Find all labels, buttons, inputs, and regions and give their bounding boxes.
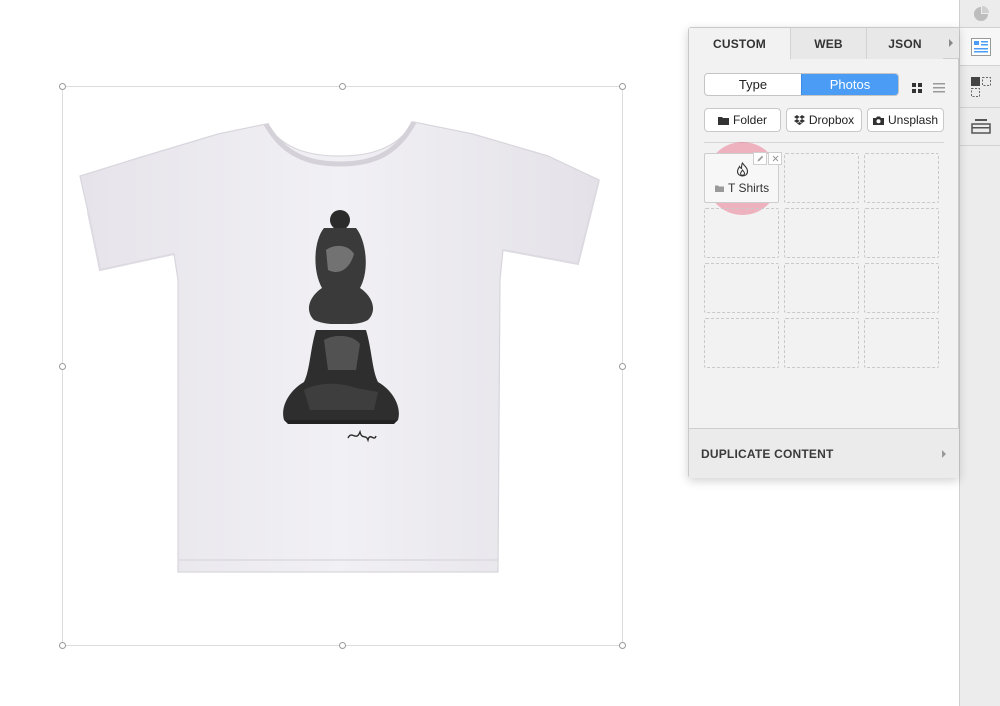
content-panel-button[interactable]	[960, 28, 1000, 66]
resize-handle-bottom-right[interactable]	[619, 642, 626, 649]
resize-handle-bottom-left[interactable]	[59, 642, 66, 649]
grid-view-button[interactable]	[912, 80, 922, 98]
empty-slot[interactable]	[864, 153, 939, 203]
type-photos-toggle: Type Photos	[704, 73, 899, 96]
stack-icon	[970, 118, 991, 134]
folder-icon	[717, 116, 729, 125]
content-item-t-shirts[interactable]: T Shirts	[704, 152, 782, 203]
folder-small-icon	[715, 185, 724, 192]
layout-panel-button[interactable]	[960, 66, 1000, 108]
tabs-more-button[interactable]	[943, 28, 959, 58]
camera-icon	[872, 116, 884, 125]
pie-logo-icon	[973, 5, 989, 21]
remove-item-button[interactable]	[768, 152, 782, 165]
unsplash-button-label: Unsplash	[887, 113, 939, 127]
edit-item-button[interactable]	[753, 152, 767, 165]
flame-icon	[736, 162, 749, 177]
chevron-right-icon	[942, 449, 946, 458]
stack-panel-button[interactable]	[960, 108, 1000, 146]
empty-slot[interactable]	[784, 318, 859, 368]
tab-json[interactable]: JSON	[867, 28, 943, 59]
content-item-name: T Shirts	[728, 181, 770, 195]
list-view-button[interactable]	[933, 80, 945, 98]
content-item-label: T Shirts	[715, 181, 769, 195]
folder-button-label: Folder	[732, 113, 767, 127]
dropbox-button[interactable]: Dropbox	[786, 108, 862, 132]
empty-slot[interactable]	[784, 208, 859, 258]
resize-handle-left[interactable]	[59, 363, 66, 370]
tshirt-image[interactable]	[78, 120, 602, 575]
empty-slot[interactable]	[784, 263, 859, 313]
pencil-icon	[757, 155, 763, 162]
duplicate-content-row[interactable]: DUPLICATE CONTENT	[689, 428, 959, 478]
photos-segment-button[interactable]: Photos	[801, 74, 898, 95]
layout-icon	[970, 76, 991, 97]
unsplash-button[interactable]: Unsplash	[867, 108, 944, 132]
resize-handle-bottom[interactable]	[339, 642, 346, 649]
grid-view-icon	[912, 83, 922, 93]
empty-slot[interactable]	[704, 318, 779, 368]
empty-slot[interactable]	[864, 318, 939, 368]
empty-slot[interactable]	[864, 263, 939, 313]
chevron-right-icon	[949, 39, 953, 47]
content-list-icon	[970, 37, 991, 56]
duplicate-content-label: DUPLICATE CONTENT	[701, 446, 834, 461]
resize-handle-right[interactable]	[619, 363, 626, 370]
close-icon	[772, 155, 778, 162]
tab-web[interactable]: WEB	[791, 28, 867, 59]
dropbox-button-label: Dropbox	[808, 113, 855, 127]
empty-slot[interactable]	[704, 263, 779, 313]
tab-custom[interactable]: CUSTOM	[689, 28, 791, 60]
right-toolbar	[959, 0, 1000, 706]
empty-slot[interactable]	[864, 208, 939, 258]
panel-tabs: CUSTOM WEB JSON	[689, 28, 959, 60]
plugin-logo-button[interactable]	[960, 0, 1000, 28]
content-panel: CUSTOM WEB JSON Type Photos Folder Dropb…	[688, 27, 959, 478]
dropbox-icon	[793, 115, 805, 125]
resize-handle-top-right[interactable]	[619, 83, 626, 90]
empty-slot[interactable]	[784, 153, 859, 203]
resize-handle-top-left[interactable]	[59, 83, 66, 90]
resize-handle-top[interactable]	[339, 83, 346, 90]
list-view-icon	[933, 83, 945, 93]
type-segment-button[interactable]: Type	[705, 74, 801, 95]
empty-slot[interactable]	[704, 208, 779, 258]
folder-button[interactable]: Folder	[704, 108, 781, 132]
